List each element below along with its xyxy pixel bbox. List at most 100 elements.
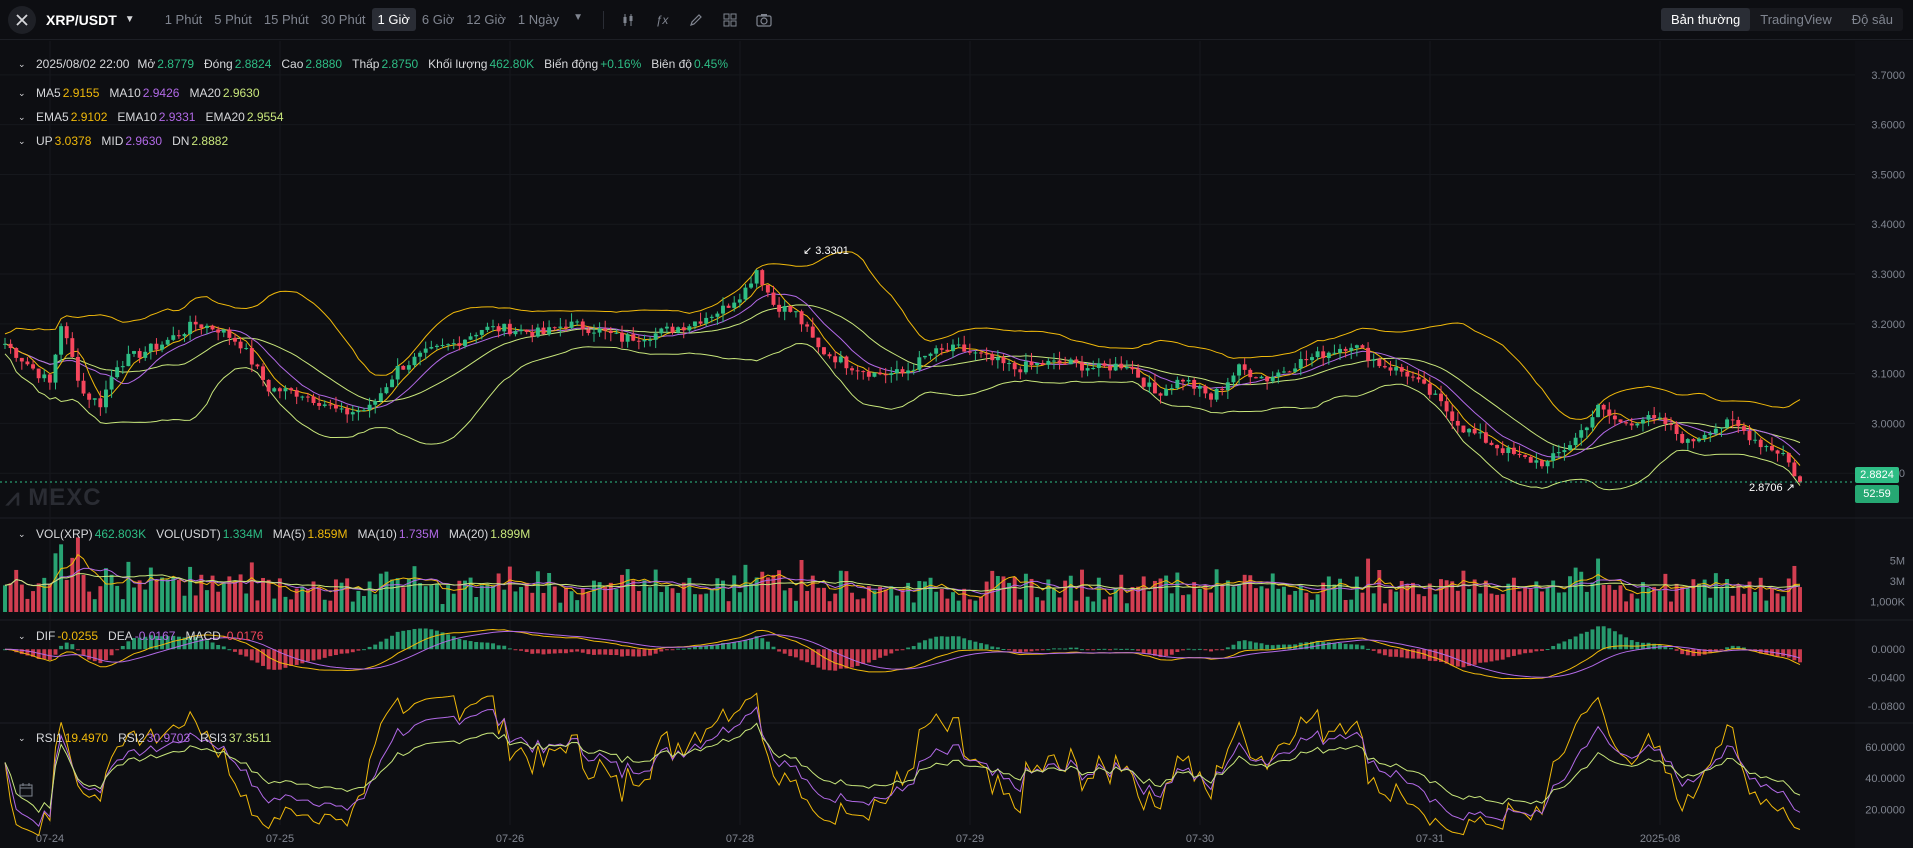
macd-histogram-bar bbox=[1495, 649, 1500, 661]
volume-bar bbox=[244, 593, 249, 612]
candle-body bbox=[1220, 388, 1225, 391]
candle-body bbox=[165, 339, 170, 345]
volume-bar bbox=[1265, 588, 1270, 612]
macd-histogram-bar bbox=[350, 649, 355, 653]
timeframe-30m[interactable]: 30 Phút bbox=[315, 8, 372, 31]
macd-histogram-bar bbox=[1371, 649, 1376, 651]
timeframe-1h[interactable]: 1 Giờ bbox=[371, 8, 416, 31]
volume-bar bbox=[1169, 593, 1174, 612]
collapse-chevron-icon[interactable]: ⌄ bbox=[18, 112, 28, 123]
volume-bar bbox=[1276, 588, 1281, 612]
candle-body bbox=[204, 325, 209, 328]
price-chart[interactable]: 07-24 07-25 07-26 07-28 07-29 07-30 07-31 2025-… bbox=[0, 41, 1913, 848]
macd-histogram-bar bbox=[906, 647, 911, 650]
collapse-chevron-icon[interactable]: ⌄ bbox=[18, 88, 28, 99]
volume-bar bbox=[743, 564, 748, 612]
volume-bar bbox=[1018, 599, 1023, 612]
macd-histogram-bar bbox=[75, 649, 80, 651]
collapse-chevron-icon[interactable]: ⌄ bbox=[18, 733, 28, 744]
draw-pencil-icon[interactable] bbox=[686, 10, 706, 30]
volume-bar bbox=[939, 588, 944, 612]
timeframe-1m[interactable]: 1 Phút bbox=[159, 8, 209, 31]
volume-bar bbox=[272, 598, 277, 612]
volume-bar bbox=[165, 579, 170, 612]
chevron-down-icon[interactable]: ▼ bbox=[125, 14, 135, 25]
ema-legend: ⌄ EMA5 2.9102 EMA10 2.9331 EMA20 2.9554 bbox=[18, 110, 294, 124]
layout-grid-icon[interactable] bbox=[720, 10, 740, 30]
volume-bar bbox=[1478, 593, 1483, 612]
view-mode-tradingview[interactable]: TradingView bbox=[1750, 8, 1842, 31]
timeframe-1d[interactable]: 1 Ngày bbox=[512, 8, 565, 31]
dea-value: -0.0167 bbox=[134, 629, 176, 643]
volume-bar bbox=[962, 588, 967, 612]
high-label: Cao bbox=[281, 57, 304, 71]
volume-bar bbox=[1382, 603, 1387, 612]
candle-body bbox=[104, 389, 108, 408]
volume-bar bbox=[1192, 582, 1197, 612]
volume-bar bbox=[356, 590, 361, 612]
view-mode-depth[interactable]: Độ sâu bbox=[1842, 8, 1903, 31]
volume-bar bbox=[984, 581, 989, 612]
collapse-chevron-icon[interactable]: ⌄ bbox=[18, 631, 28, 642]
macd-histogram-bar bbox=[1601, 626, 1606, 650]
candle-body bbox=[1551, 453, 1556, 461]
timeframe-6h[interactable]: 6 Giờ bbox=[416, 8, 460, 31]
candle-type-icon[interactable] bbox=[618, 10, 638, 30]
ema5-value: 2.9102 bbox=[70, 110, 108, 124]
candle-body bbox=[406, 365, 411, 370]
current-price-tag: 2.8824 bbox=[1855, 467, 1899, 483]
macd-histogram-bar bbox=[636, 649, 641, 657]
volume-bar bbox=[53, 553, 58, 612]
volume-bar bbox=[945, 598, 950, 612]
symbol-name[interactable]: XRP/USDT bbox=[46, 12, 117, 28]
volume-bar bbox=[1590, 582, 1595, 612]
volume-bar bbox=[1691, 579, 1696, 612]
volume-bar bbox=[109, 574, 114, 612]
volume-bar bbox=[676, 592, 681, 612]
macd-histogram-bar bbox=[653, 649, 658, 654]
volume-bar bbox=[692, 594, 697, 612]
collapse-chevron-icon[interactable]: ⌄ bbox=[18, 59, 28, 70]
candle-body bbox=[765, 284, 770, 293]
candle-body bbox=[1618, 419, 1623, 423]
candle-body bbox=[1495, 444, 1500, 449]
candle-body bbox=[1568, 445, 1572, 451]
timeframe-5m[interactable]: 5 Phút bbox=[208, 8, 258, 31]
candle-body bbox=[14, 348, 19, 358]
candle-body bbox=[1242, 364, 1247, 370]
candle-body bbox=[221, 329, 226, 333]
volume-bar bbox=[900, 589, 905, 612]
collapse-chevron-icon[interactable]: ⌄ bbox=[18, 529, 28, 540]
timeframe-15m[interactable]: 15 Phút bbox=[258, 8, 315, 31]
timeframe-12h[interactable]: 12 Giờ bbox=[460, 8, 512, 31]
calendar-icon[interactable] bbox=[18, 782, 36, 800]
candle-body bbox=[1265, 376, 1270, 382]
boll-up-value: 3.0378 bbox=[54, 134, 92, 148]
candle-body bbox=[1270, 376, 1275, 382]
camera-icon[interactable] bbox=[754, 10, 774, 30]
candle-body bbox=[115, 367, 120, 378]
x-axis-label: 07-28 bbox=[726, 833, 754, 845]
volume-bar bbox=[328, 600, 333, 612]
collapse-chevron-icon[interactable]: ⌄ bbox=[18, 136, 28, 147]
close-icon[interactable] bbox=[8, 5, 36, 34]
candle-body bbox=[233, 337, 237, 342]
candle-body bbox=[670, 326, 675, 333]
volume-bar bbox=[1601, 585, 1606, 612]
indicator-fx-icon[interactable]: ƒx bbox=[652, 10, 672, 30]
macd-histogram-bar bbox=[822, 649, 826, 670]
x-axis-label: 07-26 bbox=[496, 833, 524, 845]
price-tick-label: 3.1000 bbox=[1871, 369, 1905, 381]
macd-histogram-bar bbox=[737, 641, 742, 650]
timeframe-more-icon[interactable]: ▼ bbox=[567, 8, 589, 31]
candle-body bbox=[1186, 379, 1191, 382]
macd-histogram-bar bbox=[1478, 649, 1483, 663]
macd-histogram-bar bbox=[1265, 644, 1270, 650]
macd-histogram-bar bbox=[1029, 649, 1034, 652]
view-mode-standard[interactable]: Bản thường bbox=[1660, 8, 1751, 31]
volume-bar bbox=[1349, 599, 1354, 612]
macd-histogram-bar bbox=[878, 649, 883, 658]
volume-bar bbox=[1270, 573, 1275, 612]
candle-body bbox=[721, 305, 725, 314]
macd-histogram-bar bbox=[894, 649, 899, 651]
